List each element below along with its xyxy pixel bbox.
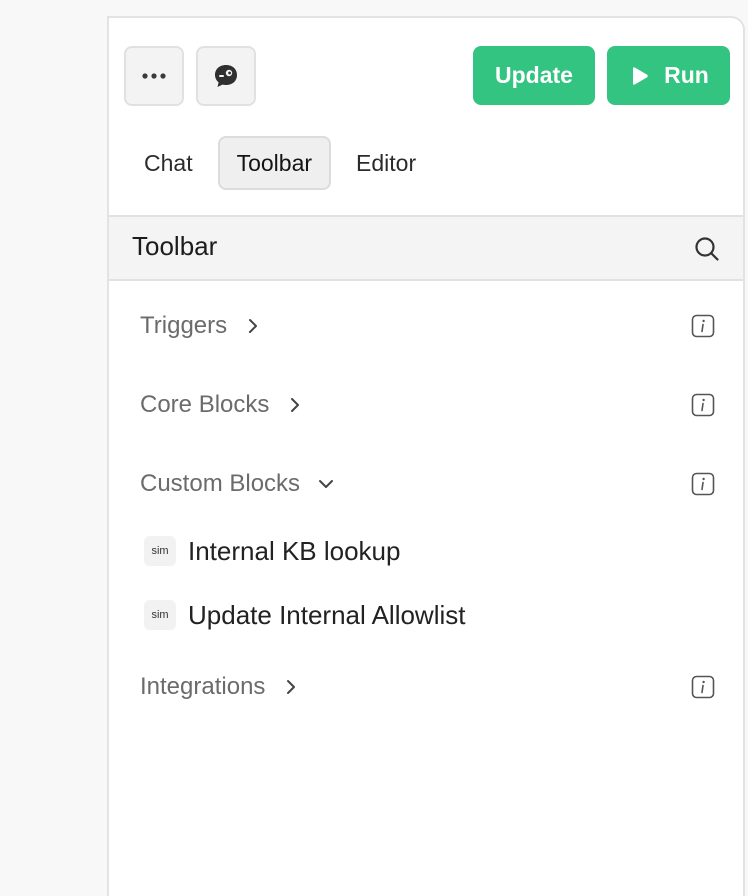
- category-core-blocks[interactable]: Core Blocks: [140, 385, 715, 425]
- chevron-right-icon[interactable]: [287, 397, 303, 413]
- category-custom-blocks[interactable]: Custom Blocks: [140, 464, 715, 504]
- info-icon[interactable]: [691, 675, 715, 699]
- info-icon[interactable]: [691, 314, 715, 338]
- update-button[interactable]: Update: [473, 46, 595, 105]
- panel-tabs: Chat Toolbar Editor: [125, 135, 435, 191]
- custom-block-internal-kb-lookup[interactable]: sim Internal KB lookup: [144, 531, 400, 571]
- side-panel: Update Run Chat Toolbar Editor Toolbar T…: [107, 16, 745, 896]
- chevron-right-icon[interactable]: [283, 679, 299, 695]
- category-label[interactable]: Custom Blocks: [140, 470, 300, 498]
- copilot-icon: [215, 65, 237, 87]
- search-button[interactable]: [693, 235, 721, 263]
- category-label[interactable]: Triggers: [140, 312, 227, 340]
- sim-badge: sim: [144, 600, 176, 630]
- category-label[interactable]: Core Blocks: [140, 391, 269, 419]
- tab-chat[interactable]: Chat: [125, 136, 212, 190]
- tab-editor[interactable]: Editor: [337, 136, 435, 190]
- play-icon: [633, 66, 648, 85]
- chevron-right-icon[interactable]: [245, 318, 261, 334]
- run-button-label: Run: [664, 62, 709, 88]
- toolbar-header: Toolbar: [109, 215, 743, 281]
- more-options-button[interactable]: [124, 46, 184, 106]
- workflow-canvas[interactable]: [0, 0, 107, 890]
- info-icon[interactable]: [691, 393, 715, 417]
- tab-toolbar[interactable]: Toolbar: [217, 136, 332, 190]
- category-triggers[interactable]: Triggers: [140, 306, 715, 346]
- section-title: Toolbar: [132, 231, 218, 261]
- run-button[interactable]: Run: [607, 46, 730, 105]
- more-horizontal-icon: [142, 73, 166, 79]
- custom-block-update-internal-allowlist[interactable]: sim Update Internal Allowlist: [144, 595, 465, 635]
- chevron-down-icon[interactable]: [318, 476, 334, 492]
- update-button-label: Update: [495, 62, 573, 88]
- sim-badge: sim: [144, 536, 176, 566]
- block-label[interactable]: Update Internal Allowlist: [188, 600, 465, 631]
- block-label[interactable]: Internal KB lookup: [188, 536, 400, 567]
- search-icon: [695, 237, 719, 261]
- category-label[interactable]: Integrations: [140, 673, 265, 701]
- category-integrations[interactable]: Integrations: [140, 667, 715, 707]
- copilot-button[interactable]: [196, 46, 256, 106]
- panel-topbar: Update Run: [109, 18, 743, 118]
- info-icon[interactable]: [691, 472, 715, 496]
